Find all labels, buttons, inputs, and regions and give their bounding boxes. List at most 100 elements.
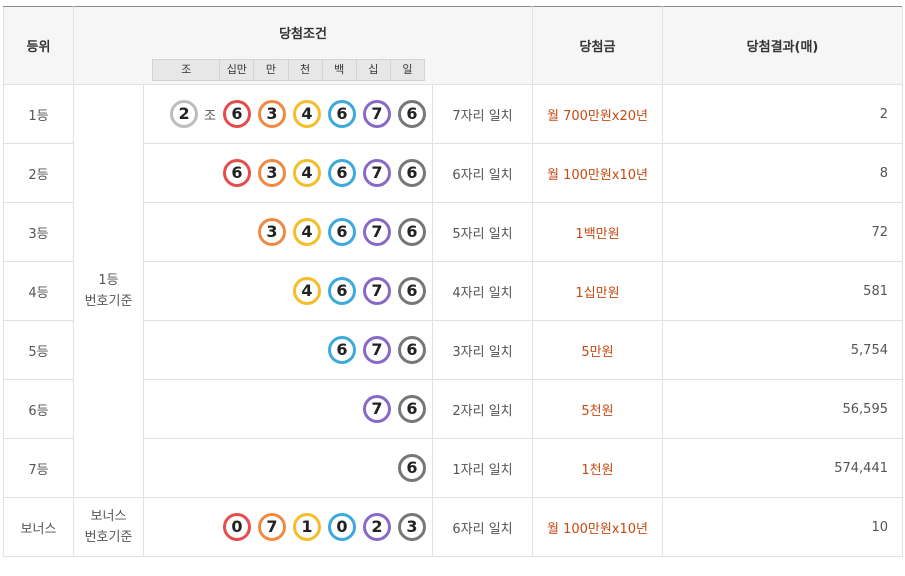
winner-count: 2 [662, 84, 903, 144]
ball-number: 6 [406, 163, 418, 182]
number-ball: 6 [398, 218, 426, 246]
number-ball: 7 [363, 100, 391, 128]
match-count: 2자리 일치 [432, 379, 533, 439]
ball-number: 0 [231, 517, 243, 536]
number-ball: 6 [328, 336, 356, 364]
winner-count: 5,754 [662, 320, 903, 380]
number-balls: 6 [143, 438, 433, 498]
ball-number: 3 [266, 104, 278, 123]
digit-label: 백 [321, 60, 356, 80]
ball-number: 6 [336, 163, 348, 182]
digit-labels: 조 십만 만 천 백 십 일 [152, 59, 425, 81]
number-ball: 4 [293, 100, 321, 128]
ball-number: 6 [406, 222, 418, 241]
winner-count: 56,595 [662, 379, 903, 439]
number-ball: 1 [293, 513, 321, 541]
table-row: 보너스 보너스 번호기준 0 7 1 0 2 3 6자리 일치 월 100만원x10년 10 [3, 497, 903, 557]
number-ball: 6 [328, 218, 356, 246]
number-balls: 76 [143, 379, 433, 439]
prize-amount: 5만원 [532, 320, 663, 380]
number-ball: 2 [170, 100, 199, 128]
row-rank: 2등 [3, 143, 74, 203]
ball-number: 7 [266, 517, 278, 536]
digit-label: 조 [181, 63, 192, 76]
prize-table-container: 등위 당첨조건 조 십만 만 천 백 십 일 당첨금 당첨결과(매) 1등 1등… [3, 6, 903, 572]
number-balls: 3 4 6 7 6 [143, 202, 433, 262]
table-body: 1등 1등 번호기준 2 조 6 3 4 6 7 6 7자리 일치 월 700만원x20년 2 2등 6 3 4 6… [3, 84, 903, 557]
match-count: 4자리 일치 [432, 261, 533, 321]
row-rank: 7등 [3, 438, 74, 498]
basis-bonus-line1: 보너스 [90, 509, 127, 524]
number-ball: 6 [328, 277, 356, 305]
ball-number: 6 [406, 399, 418, 418]
ball-number: 7 [371, 104, 383, 123]
match-count: 6자리 일치 [432, 143, 533, 203]
number-ball: 6 [398, 277, 426, 305]
number-ball: 2 [363, 513, 391, 541]
winner-count: 72 [662, 202, 903, 262]
prize-amount: 월 100만원x10년 [532, 143, 663, 203]
number-ball: 6 [398, 336, 426, 364]
ball-number: 3 [266, 163, 278, 182]
number-ball: 6 [398, 454, 426, 482]
digit-label: 만 [253, 60, 287, 80]
winner-count: 574,441 [662, 438, 903, 498]
basis-bonus: 보너스번호기준 [73, 497, 144, 557]
ball-number: 6 [406, 281, 418, 300]
winner-count: 10 [662, 497, 903, 557]
number-ball: 6 [328, 100, 356, 128]
number-ball: 7 [258, 513, 286, 541]
prize-amount: 5천원 [532, 379, 663, 439]
ball-number: 4 [301, 104, 313, 123]
ball-number: 2 [371, 517, 383, 536]
ball-number: 6 [336, 222, 348, 241]
prize-table: 등위 당첨조건 조 십만 만 천 백 십 일 당첨금 당첨결과(매) 1등 1등… [3, 6, 903, 557]
match-count: 7자리 일치 [432, 84, 533, 144]
header-condition: 당첨조건 조 십만 만 천 백 십 일 [73, 6, 533, 85]
number-balls: 6 7 6 [143, 320, 433, 380]
row-rank: 5등 [3, 320, 74, 380]
digit-label: 십 [355, 60, 390, 80]
row-rank: 보너스 [3, 497, 74, 557]
prize-amount: 1천원 [532, 438, 663, 498]
number-ball: 4 [293, 159, 321, 187]
ball-number: 4 [301, 222, 313, 241]
basis-bonus-line2: 번호기준 [84, 530, 133, 545]
ball-number: 3 [406, 517, 418, 536]
table-header-row: 등위 당첨조건 조 십만 만 천 백 십 일 당첨금 당첨결과(매) [3, 6, 903, 85]
header-rank: 등위 [3, 6, 74, 85]
table-row: 1등 1등 번호기준 2 조 6 3 4 6 7 6 7자리 일치 월 700만원x20년 2 [3, 84, 903, 498]
ball-number: 6 [406, 458, 418, 477]
row-rank: 1등 [3, 84, 74, 144]
winner-count: 8 [662, 143, 903, 203]
row-rank: 3등 [3, 202, 74, 262]
basis-first: 1등 번호기준 [73, 84, 144, 498]
number-ball: 6 [398, 159, 426, 187]
header-condition-title: 당첨조건 [279, 27, 327, 42]
row-rank: 4등 [3, 261, 74, 321]
digit-label: 십만 [219, 60, 253, 80]
number-ball: 3 [398, 513, 426, 541]
ball-number: 7 [371, 222, 383, 241]
ball-number: 0 [336, 517, 348, 536]
number-ball: 7 [363, 395, 391, 423]
ball-number: 2 [178, 104, 190, 123]
ball-number: 4 [301, 281, 313, 300]
number-ball: 4 [293, 277, 321, 305]
number-ball: 0 [328, 513, 356, 541]
ball-number: 6 [406, 340, 418, 359]
number-ball: 0 [223, 513, 251, 541]
prize-amount: 월 700만원x20년 [532, 84, 663, 144]
number-ball: 3 [258, 100, 286, 128]
header-result: 당첨결과(매) [662, 6, 903, 85]
number-ball: 6 [223, 100, 251, 128]
prize-amount: 월 100만원x10년 [532, 497, 663, 557]
ball-number: 6 [231, 104, 243, 123]
winner-count: 581 [662, 261, 903, 321]
basis-first-line1: 1등 [98, 273, 119, 288]
number-ball: 4 [293, 218, 321, 246]
header-prize: 당첨금 [532, 6, 663, 85]
number-ball: 6 [223, 159, 251, 187]
number-ball: 6 [398, 100, 426, 128]
match-count: 1자리 일치 [432, 438, 533, 498]
